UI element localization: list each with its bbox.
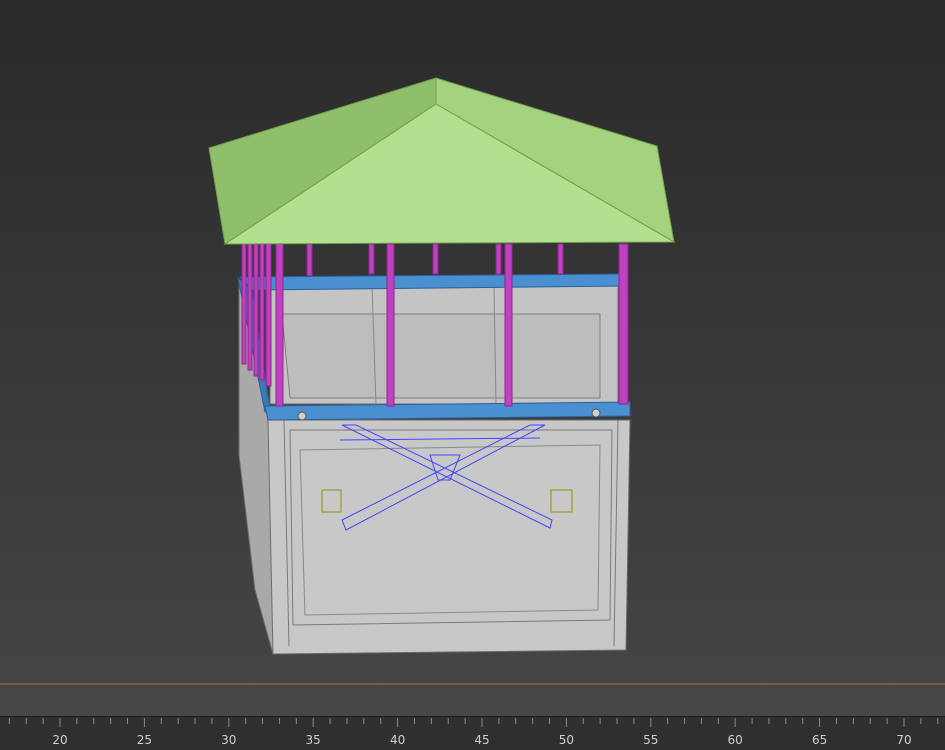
post-corner-front (275, 243, 284, 407)
ruler-canvas[interactable]: 20 25 30 35 40 45 50 55 60 65 70 (0, 717, 945, 750)
timeline-ruler[interactable]: 20 25 30 35 40 45 50 55 60 65 70 (0, 716, 945, 750)
cabin-inner-wall (281, 313, 601, 399)
tick-label: 20 (52, 733, 67, 747)
post-left-5 (265, 243, 272, 387)
post-back-3 (432, 243, 439, 275)
tick-label: 60 (728, 733, 743, 747)
post-front-1 (386, 243, 395, 407)
post-left-2 (247, 243, 253, 371)
tick-label: 70 (896, 733, 911, 747)
post-corner-right (618, 243, 629, 405)
tick-label: 30 (221, 733, 236, 747)
post-left-4 (259, 243, 265, 381)
post-left-1 (241, 243, 247, 365)
tick-label: 40 (390, 733, 405, 747)
bolt-right (591, 408, 601, 418)
tick-label: 50 (559, 733, 574, 747)
scene-canvas[interactable] (0, 0, 945, 716)
tick-label: 25 (137, 733, 152, 747)
tick-label: 45 (474, 733, 489, 747)
post-left-3 (253, 243, 259, 377)
tick-label: 55 (643, 733, 658, 747)
post-back-5 (557, 243, 564, 275)
deck-frame-front (264, 401, 631, 421)
post-front-2 (504, 243, 513, 407)
bolt-left (297, 411, 307, 421)
tick-label: 35 (306, 733, 321, 747)
cabin-walls[interactable] (269, 285, 619, 405)
post-back-4 (495, 243, 502, 275)
post-back-2 (368, 243, 375, 275)
post-back-1 (306, 243, 313, 277)
roof[interactable] (208, 77, 676, 245)
perspective-viewport[interactable] (0, 0, 945, 716)
deck-frame[interactable] (264, 401, 631, 421)
tick-label: 65 (812, 733, 827, 747)
